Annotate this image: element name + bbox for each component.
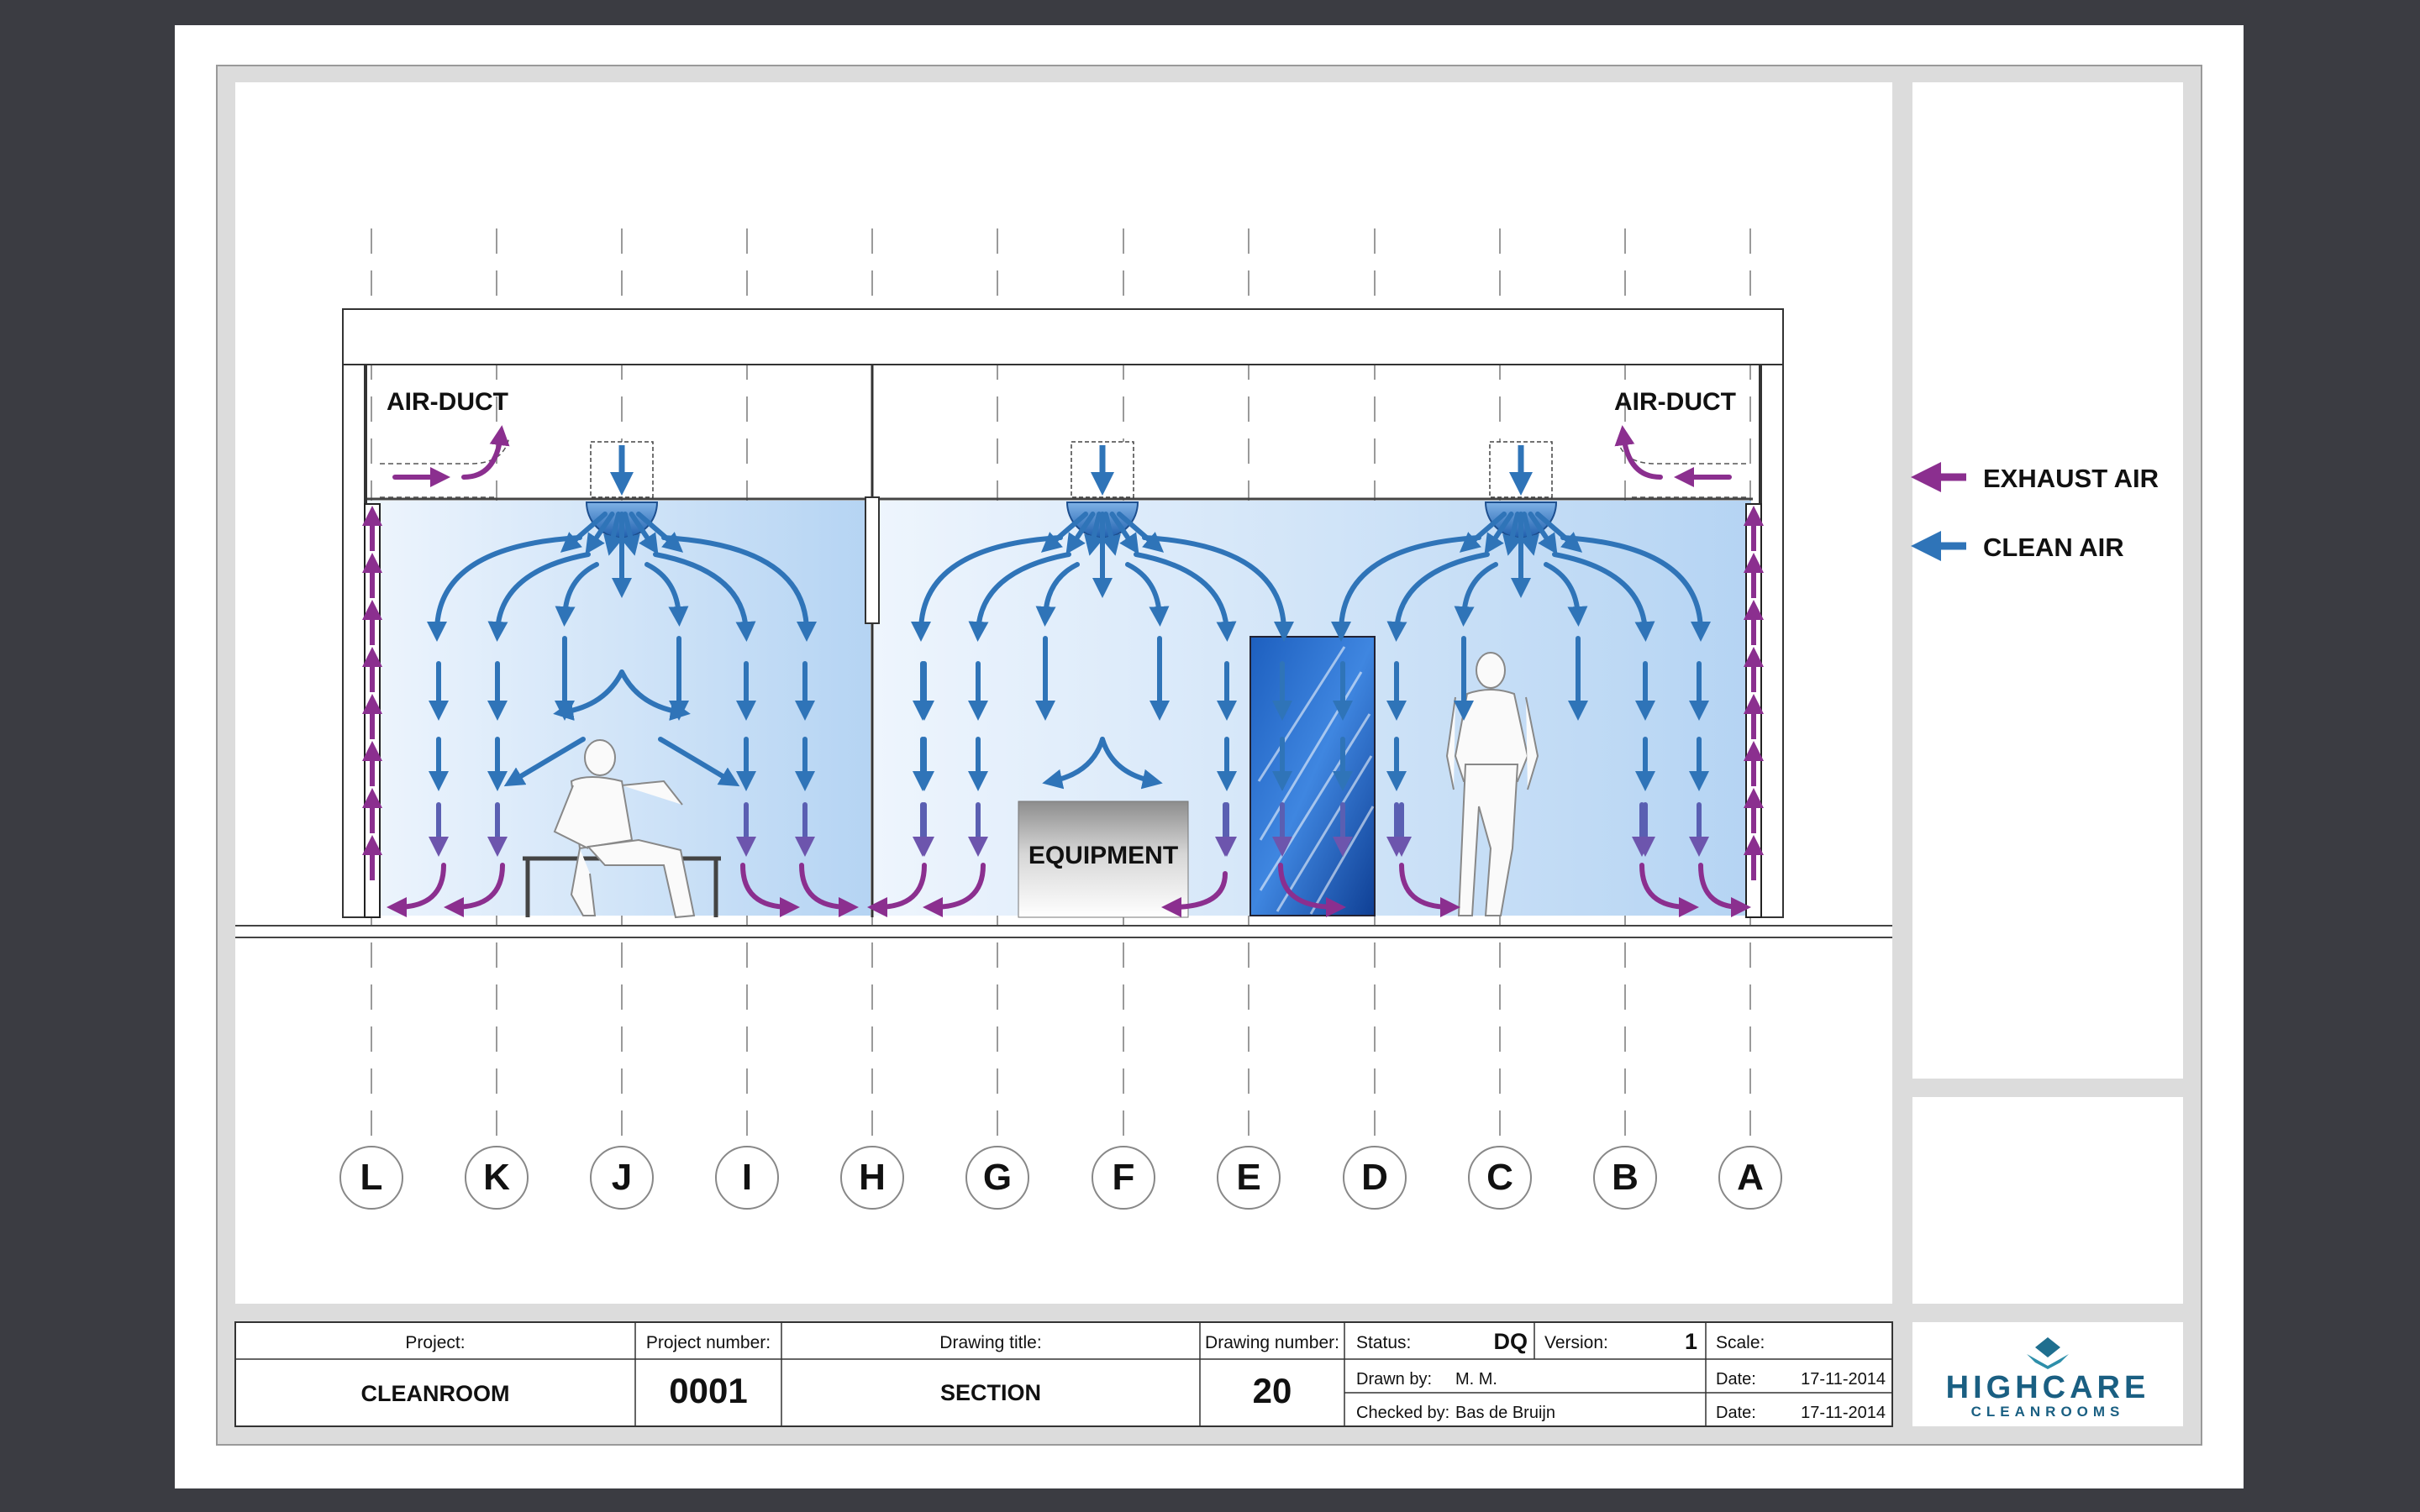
roof-structure — [342, 308, 1784, 365]
legend-exhaust-air-label: EXHAUST AIR — [1983, 464, 2159, 493]
grid-label-h: H — [859, 1157, 886, 1198]
air-duct-label-right: AIR-DUCT — [1614, 388, 1736, 416]
grid-label-c: C — [1486, 1157, 1513, 1198]
drawing-number-value: 20 — [1253, 1371, 1292, 1410]
scale-label: Scale: — [1716, 1333, 1765, 1352]
title-block: Project: CLEANROOM Project number: 0001 … — [234, 1321, 1893, 1427]
highcare-logo: HIGHCARE CLEANROOMS — [1912, 1322, 2183, 1426]
grid-label-i: I — [742, 1157, 752, 1198]
project-number-value: 0001 — [669, 1371, 747, 1410]
grid-label-e: E — [1236, 1157, 1260, 1198]
project-number-label: Project number: — [646, 1333, 771, 1352]
grid-label-a: A — [1737, 1157, 1764, 1198]
grid-label-d: D — [1361, 1157, 1388, 1198]
version-label: Version: — [1544, 1333, 1608, 1352]
drawn-by-label: Drawn by: — [1356, 1370, 1432, 1389]
checked-by-label: Checked by: — [1356, 1404, 1449, 1422]
equipment-label: EQUIPMENT — [1028, 842, 1178, 869]
grid-label-g: G — [983, 1157, 1012, 1198]
air-duct-label-left: AIR-DUCT — [387, 388, 508, 416]
project-label: Project: — [405, 1333, 465, 1352]
date-value-2: 17-11-2014 — [1801, 1404, 1886, 1422]
logo-text-highcare: HIGHCARE — [1946, 1370, 2150, 1405]
column-left — [342, 364, 366, 918]
status-value: DQ — [1494, 1329, 1528, 1354]
date-label-1: Date: — [1716, 1370, 1756, 1389]
grid-label-l: L — [360, 1157, 383, 1198]
grid-label-k: K — [483, 1157, 510, 1198]
side-note-panel — [1912, 1097, 2183, 1304]
grid-label-j: J — [612, 1157, 632, 1198]
date-value-1: 17-11-2014 — [1801, 1370, 1886, 1389]
status-label: Status: — [1356, 1333, 1411, 1352]
date-label-2: Date: — [1716, 1404, 1756, 1422]
column-right — [1760, 364, 1784, 918]
grid-label-b: B — [1612, 1157, 1639, 1198]
drawing-title-value: SECTION — [940, 1380, 1041, 1405]
drawing-number-label: Drawing number: — [1205, 1333, 1339, 1352]
checked-by-value: Bas de Bruijn — [1455, 1404, 1555, 1422]
version-value: 1 — [1685, 1329, 1697, 1354]
legend-panel — [1912, 82, 2183, 1079]
project-value: CLEANROOM — [361, 1381, 510, 1406]
cleanroom-section-drawing: EQUIPMENT AIR-DUCT AIR-DUCT EXHAUST AIR … — [175, 25, 2244, 1488]
logo-text-cleanrooms: CLEANROOMS — [1971, 1404, 2125, 1420]
drawn-by-value: M. M. — [1455, 1370, 1497, 1389]
drawing-title-label: Drawing title: — [939, 1333, 1041, 1352]
center-wall-fitting — [865, 496, 880, 624]
grid-label-f: F — [1113, 1157, 1135, 1198]
legend-clean-air-label: CLEAN AIR — [1983, 533, 2124, 562]
